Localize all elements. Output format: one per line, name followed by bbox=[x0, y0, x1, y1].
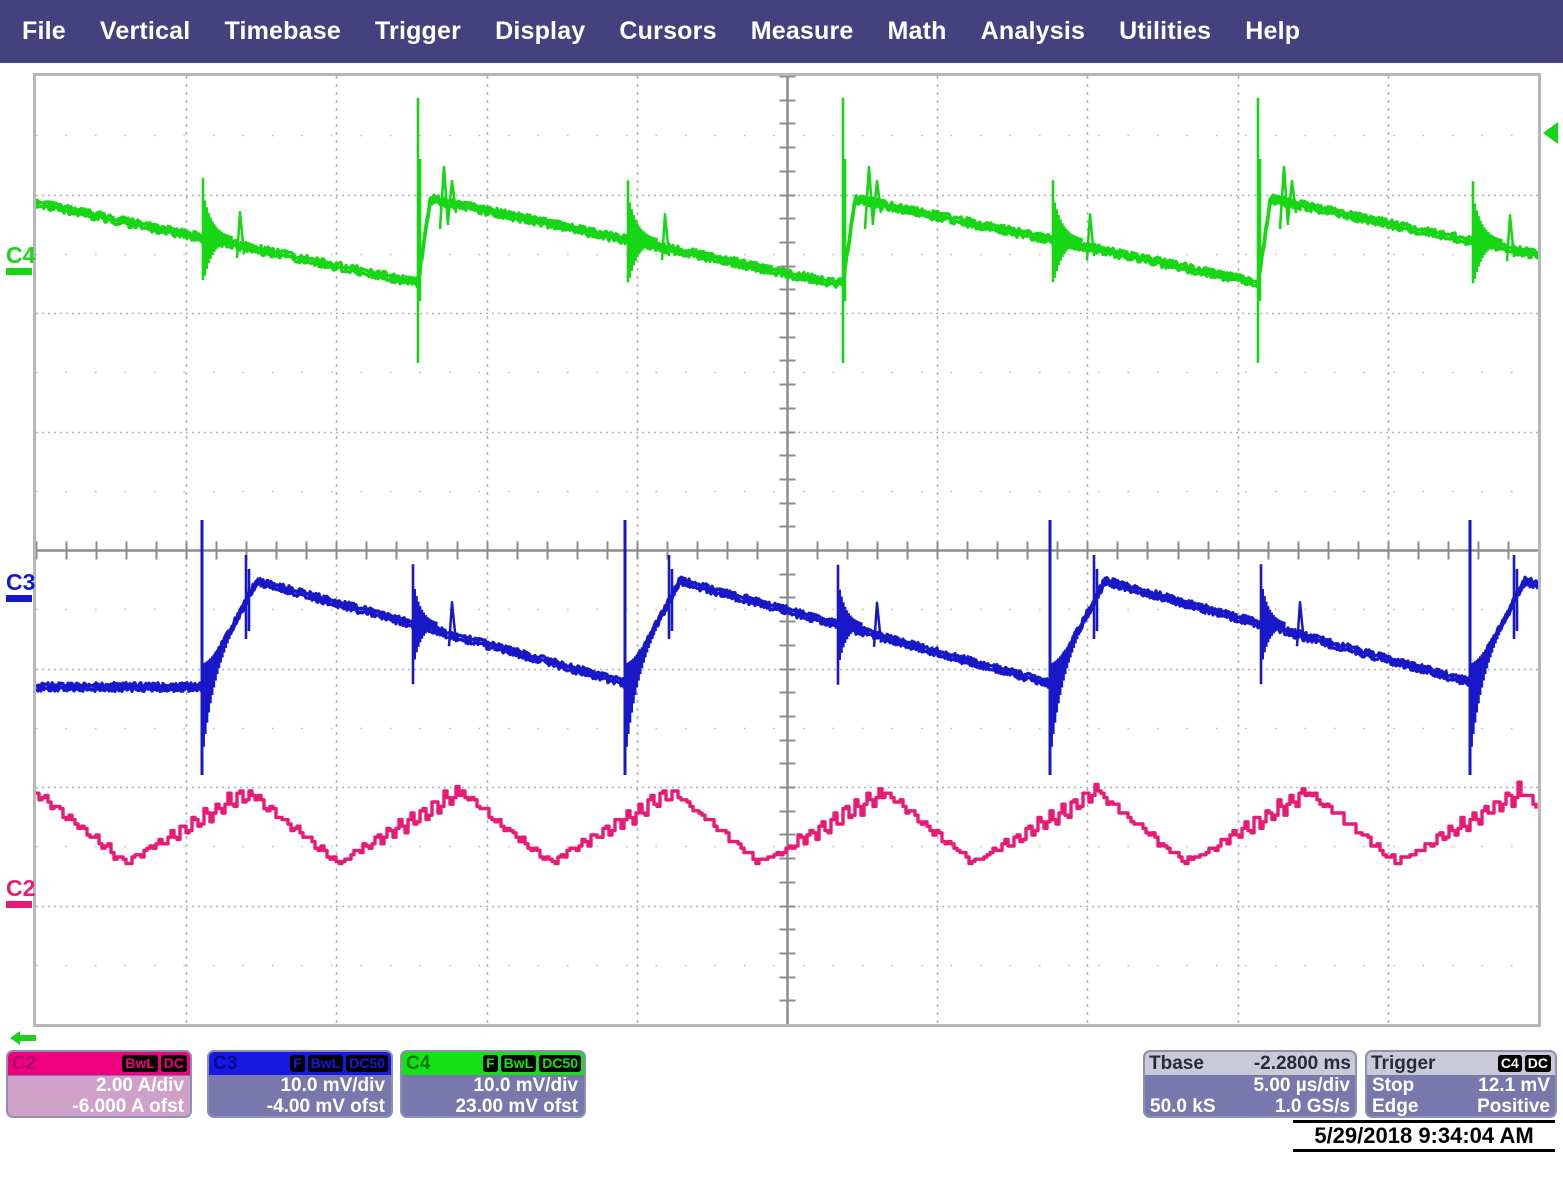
channel-badge-c3-tags: F BwL DC50 bbox=[290, 1055, 388, 1072]
channel-marker-c3[interactable]: C3 bbox=[6, 572, 35, 602]
channel-c4-scale[interactable]: 10.0 mV/div bbox=[402, 1076, 578, 1096]
trigger-slope[interactable]: Positive bbox=[1477, 1096, 1550, 1117]
channel-marker-c4[interactable]: C4 bbox=[6, 245, 35, 275]
waveform-plot bbox=[36, 76, 1538, 1024]
trigger-type[interactable]: Edge bbox=[1372, 1096, 1418, 1117]
timebase-badge-header: Tbase -2.2800 ms bbox=[1145, 1052, 1355, 1075]
channel-badge-c4[interactable]: C4 F BwL DC50 10.0 mV/div 23.00 mV ofst bbox=[400, 1050, 586, 1118]
trigger-badge[interactable]: Trigger C4 DC Stop 12.1 mV Edge Positive bbox=[1365, 1050, 1557, 1118]
channel-marker-c2[interactable]: C2 bbox=[6, 878, 35, 908]
channel-badge-c2-header: C2 BwL DC bbox=[8, 1052, 190, 1075]
tag-bwl[interactable]: BwL bbox=[308, 1055, 344, 1072]
trace-position-arrow-icon[interactable] bbox=[8, 1028, 38, 1048]
menu-help[interactable]: Help bbox=[1228, 17, 1317, 46]
trigger-source-tag[interactable]: C4 bbox=[1498, 1055, 1522, 1072]
timebase-memory[interactable]: 50.0 kS bbox=[1150, 1096, 1216, 1117]
channel-c2-scale[interactable]: 2.00 A/div bbox=[8, 1076, 184, 1096]
acquisition-timestamp: 5/29/2018 9:34:04 AM bbox=[1293, 1120, 1555, 1152]
tag-filter[interactable]: F bbox=[290, 1055, 305, 1072]
channel-c3-scale[interactable]: 10.0 mV/div bbox=[209, 1076, 385, 1096]
channel-badge-c2-body: 2.00 A/div -6.000 A ofst bbox=[8, 1076, 190, 1117]
menu-display[interactable]: Display bbox=[478, 17, 602, 46]
channel-badge-c3[interactable]: C3 F BwL DC50 10.0 mV/div -4.00 mV ofst bbox=[207, 1050, 393, 1118]
trigger-state[interactable]: Stop bbox=[1372, 1075, 1414, 1096]
channel-badge-c3-body: 10.0 mV/div -4.00 mV ofst bbox=[209, 1076, 391, 1117]
trigger-type-row: Edge Positive bbox=[1367, 1096, 1555, 1117]
channel-badge-c3-id: C3 bbox=[213, 1054, 237, 1073]
ground-level-icon[interactable] bbox=[6, 901, 32, 908]
channel-badge-c2[interactable]: C2 BwL DC 2.00 A/div -6.000 A ofst bbox=[6, 1050, 192, 1118]
menu-utilities[interactable]: Utilities bbox=[1102, 17, 1228, 46]
trigger-level[interactable]: 12.1 mV bbox=[1478, 1075, 1550, 1096]
trigger-badge-header: Trigger C4 DC bbox=[1367, 1052, 1555, 1075]
channel-marker-c4-label: C4 bbox=[6, 245, 35, 266]
timebase-label: Tbase bbox=[1149, 1054, 1204, 1073]
ground-level-icon[interactable] bbox=[6, 595, 32, 602]
tag-coupling[interactable]: DC50 bbox=[346, 1055, 388, 1072]
tag-bwl[interactable]: BwL bbox=[501, 1055, 537, 1072]
trigger-label: Trigger bbox=[1371, 1054, 1435, 1073]
menu-analysis[interactable]: Analysis bbox=[964, 17, 1102, 46]
menu-measure[interactable]: Measure bbox=[734, 17, 871, 46]
channel-marker-c2-label: C2 bbox=[6, 878, 35, 899]
menu-file[interactable]: File bbox=[0, 17, 83, 46]
channel-badge-c3-header: C3 F BwL DC50 bbox=[209, 1052, 391, 1075]
channel-badge-c2-id: C2 bbox=[12, 1054, 36, 1073]
channel-marker-c3-label: C3 bbox=[6, 572, 35, 593]
menu-trigger[interactable]: Trigger bbox=[358, 17, 478, 46]
menu-cursors[interactable]: Cursors bbox=[602, 17, 733, 46]
waveform-display[interactable] bbox=[33, 73, 1541, 1027]
channel-badge-c2-tags: BwL DC bbox=[122, 1055, 187, 1072]
menu-vertical[interactable]: Vertical bbox=[83, 17, 208, 46]
trigger-badge-tags: C4 DC bbox=[1498, 1055, 1551, 1072]
tag-coupling[interactable]: DC50 bbox=[539, 1055, 581, 1072]
channel-badge-c4-tags: F BwL DC50 bbox=[483, 1055, 581, 1072]
channel-badge-c4-id: C4 bbox=[406, 1054, 430, 1073]
channel-c3-offset[interactable]: -4.00 mV ofst bbox=[209, 1097, 385, 1117]
channel-badge-c4-body: 10.0 mV/div 23.00 mV ofst bbox=[402, 1076, 584, 1117]
timebase-sample-rate[interactable]: 1.0 GS/s bbox=[1275, 1096, 1350, 1117]
tag-coupling[interactable]: DC bbox=[161, 1055, 187, 1072]
timebase-scale-row: 5.00 µs/div bbox=[1145, 1075, 1355, 1096]
tag-filter[interactable]: F bbox=[483, 1055, 498, 1072]
timebase-scale[interactable]: 5.00 µs/div bbox=[1253, 1075, 1350, 1096]
trigger-coupling-tag[interactable]: DC bbox=[1525, 1055, 1551, 1072]
ground-level-icon[interactable] bbox=[6, 268, 32, 275]
timebase-acq-row: 50.0 kS 1.0 GS/s bbox=[1145, 1096, 1355, 1117]
waveform-traces bbox=[36, 76, 1538, 1024]
channel-c4-offset[interactable]: 23.00 mV ofst bbox=[402, 1097, 578, 1117]
menu-timebase[interactable]: Timebase bbox=[207, 17, 357, 46]
trigger-state-row: Stop 12.1 mV bbox=[1367, 1075, 1555, 1096]
timebase-delay[interactable]: -2.2800 ms bbox=[1254, 1054, 1351, 1073]
trigger-level-arrow-icon[interactable] bbox=[1543, 122, 1558, 144]
menu-math[interactable]: Math bbox=[871, 17, 964, 46]
timebase-badge[interactable]: Tbase -2.2800 ms 5.00 µs/div 50.0 kS 1.0… bbox=[1143, 1050, 1357, 1118]
menu-bar: File Vertical Timebase Trigger Display C… bbox=[0, 0, 1563, 63]
channel-c2-offset[interactable]: -6.000 A ofst bbox=[8, 1097, 184, 1117]
tag-bwl[interactable]: BwL bbox=[122, 1055, 158, 1072]
channel-badge-c4-header: C4 F BwL DC50 bbox=[402, 1052, 584, 1075]
